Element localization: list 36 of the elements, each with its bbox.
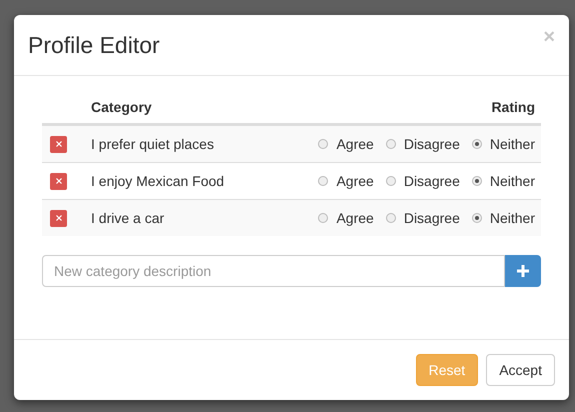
radio-label: Agree xyxy=(336,173,374,189)
radio-button[interactable] xyxy=(386,176,396,186)
close-button[interactable]: × xyxy=(543,27,555,47)
radio-label: Disagree xyxy=(404,136,460,152)
radio-label: Disagree xyxy=(404,173,460,189)
dialog-title: Profile Editor xyxy=(28,32,160,58)
column-header: Category xyxy=(91,99,152,115)
radio-label: Neither xyxy=(490,136,535,152)
radio-button[interactable] xyxy=(318,139,328,149)
radio-label: Neither xyxy=(490,173,535,189)
column-header: Rating xyxy=(491,99,535,115)
radio-label: Agree xyxy=(336,136,374,152)
radio-label: Agree xyxy=(336,210,374,226)
radio-button[interactable] xyxy=(386,213,396,223)
category-input-field[interactable]: New category description xyxy=(42,255,505,287)
delete-button[interactable] xyxy=(50,136,67,152)
close-icon xyxy=(56,141,62,147)
category-text: I enjoy Mexican Food xyxy=(91,173,226,189)
radio-label: Neither xyxy=(490,210,535,226)
radio-button[interactable] xyxy=(472,176,482,186)
radio-button[interactable] xyxy=(472,213,482,223)
radio-button[interactable] xyxy=(386,139,396,149)
radio-label: Disagree xyxy=(404,210,460,226)
delete-button[interactable] xyxy=(50,172,67,190)
category-text: I prefer quiet places xyxy=(91,136,215,152)
delete-button[interactable] xyxy=(50,210,67,226)
radio-button[interactable] xyxy=(472,139,482,149)
close-icon xyxy=(56,215,62,221)
accept-button[interactable]: Accept xyxy=(486,354,555,386)
add-button[interactable] xyxy=(505,255,541,287)
radio-button[interactable] xyxy=(318,213,328,223)
close-icon xyxy=(56,178,62,184)
category-text: I drive a car xyxy=(91,210,166,226)
plus-icon xyxy=(517,265,529,277)
radio-button[interactable] xyxy=(318,176,328,186)
reset-button[interactable]: Reset xyxy=(416,354,478,386)
